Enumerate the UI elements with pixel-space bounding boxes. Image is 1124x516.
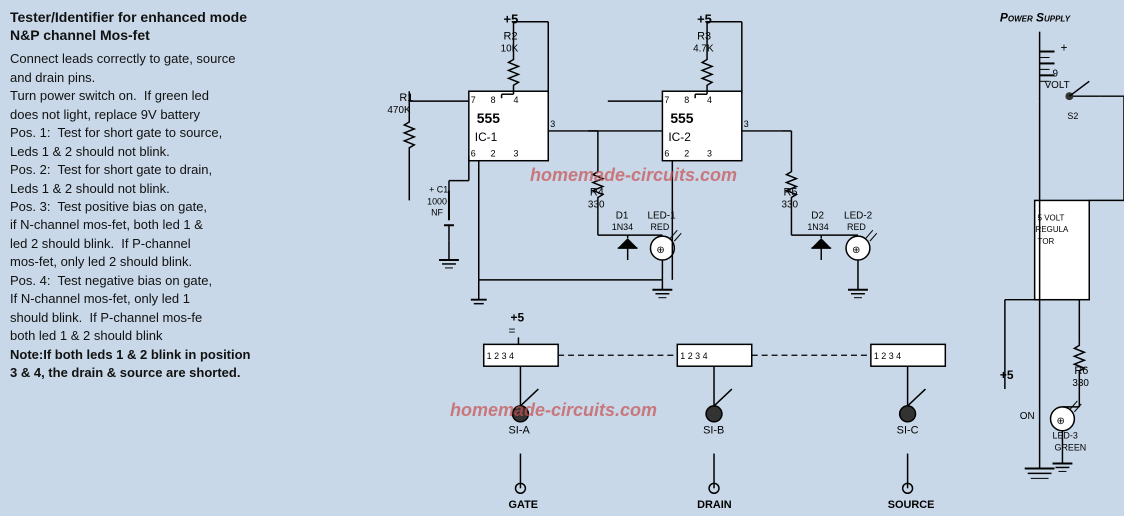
- svg-text:=: =: [509, 323, 516, 337]
- svg-text:R3: R3: [697, 31, 711, 43]
- svg-text:R2: R2: [504, 31, 518, 43]
- svg-text:2: 2: [684, 149, 689, 159]
- svg-text:SI-A: SI-A: [509, 425, 531, 437]
- svg-text:3: 3: [514, 149, 519, 159]
- svg-text:7: 7: [471, 95, 476, 105]
- svg-text:LED-2: LED-2: [844, 210, 873, 221]
- svg-text:1000: 1000: [427, 196, 447, 206]
- svg-text:RED: RED: [847, 222, 866, 232]
- svg-text:555: 555: [670, 110, 693, 126]
- main-container: Tester/Identifier for enhanced mode N&P …: [0, 0, 1124, 516]
- title: Tester/Identifier for enhanced mode N&P …: [10, 8, 300, 44]
- svg-text:+5: +5: [504, 12, 519, 27]
- svg-text:2: 2: [491, 149, 496, 159]
- svg-text:330: 330: [782, 199, 799, 210]
- svg-text:SI-C: SI-C: [897, 425, 919, 437]
- svg-text:GREEN: GREEN: [1055, 443, 1087, 453]
- svg-text:⊕: ⊕: [852, 245, 860, 256]
- svg-text:D2: D2: [811, 210, 824, 221]
- svg-text:9: 9: [1053, 68, 1059, 79]
- svg-text:1 2 3 4: 1 2 3 4: [680, 351, 707, 361]
- svg-text:+: +: [1060, 41, 1067, 55]
- svg-text:IC-2: IC-2: [668, 130, 691, 144]
- svg-text:4: 4: [514, 95, 519, 105]
- svg-text:+5: +5: [1000, 368, 1014, 382]
- svg-text:+5: +5: [697, 12, 712, 27]
- svg-text:8: 8: [491, 95, 496, 105]
- svg-text:1 2 3 4: 1 2 3 4: [874, 351, 901, 361]
- left-text-panel: Tester/Identifier for enhanced mode N&P …: [0, 0, 310, 516]
- svg-text:⊕: ⊕: [1056, 416, 1064, 427]
- svg-text:330: 330: [1072, 378, 1089, 389]
- svg-text:+ C1: + C1: [429, 184, 448, 194]
- svg-text:Power Supply: Power Supply: [1000, 11, 1071, 25]
- svg-text:NF: NF: [431, 207, 443, 217]
- svg-text:8: 8: [684, 95, 689, 105]
- svg-text:SI-B: SI-B: [703, 425, 724, 437]
- svg-text:SOURCE: SOURCE: [888, 499, 935, 511]
- svg-text:4.7K: 4.7K: [693, 44, 714, 55]
- svg-text:REGULA: REGULA: [1036, 225, 1069, 234]
- svg-text:RED: RED: [650, 222, 669, 232]
- svg-text:3: 3: [550, 119, 555, 129]
- svg-text:GATE: GATE: [509, 499, 538, 511]
- svg-text:LED-3: LED-3: [1053, 431, 1078, 441]
- instruction-text: Connect leads correctly to gate, source …: [10, 50, 300, 382]
- svg-text:ON: ON: [1020, 411, 1035, 422]
- svg-text:3: 3: [744, 119, 749, 129]
- svg-text:IC-1: IC-1: [475, 130, 498, 144]
- svg-text:470K: 470K: [387, 105, 411, 116]
- svg-text:555: 555: [477, 110, 500, 126]
- svg-text:4: 4: [707, 95, 712, 105]
- svg-text:330: 330: [588, 199, 605, 210]
- svg-text:10K: 10K: [501, 44, 519, 55]
- svg-text:+5: +5: [511, 311, 525, 325]
- circuit-diagram: +5 R2 10K +5 R3 4.7K R1 470K 555 IC-1: [310, 0, 1124, 516]
- svg-text:D1: D1: [616, 210, 629, 221]
- svg-text:S2: S2: [1067, 111, 1078, 121]
- svg-text:⊕: ⊕: [656, 245, 664, 256]
- svg-text:5 VOLT: 5 VOLT: [1038, 213, 1065, 222]
- svg-text:3: 3: [707, 149, 712, 159]
- svg-text:7: 7: [664, 95, 669, 105]
- svg-text:1N34: 1N34: [612, 222, 633, 232]
- svg-text:1 2 3 4: 1 2 3 4: [487, 351, 514, 361]
- svg-text:6: 6: [471, 149, 476, 159]
- svg-text:VOLT: VOLT: [1045, 80, 1070, 91]
- note-bold: Note:If both leds 1 & 2 blink in positio…: [10, 347, 251, 380]
- svg-text:R1: R1: [399, 92, 413, 104]
- svg-text:6: 6: [664, 149, 669, 159]
- svg-text:1N34: 1N34: [807, 222, 828, 232]
- svg-text:DRAIN: DRAIN: [697, 499, 732, 511]
